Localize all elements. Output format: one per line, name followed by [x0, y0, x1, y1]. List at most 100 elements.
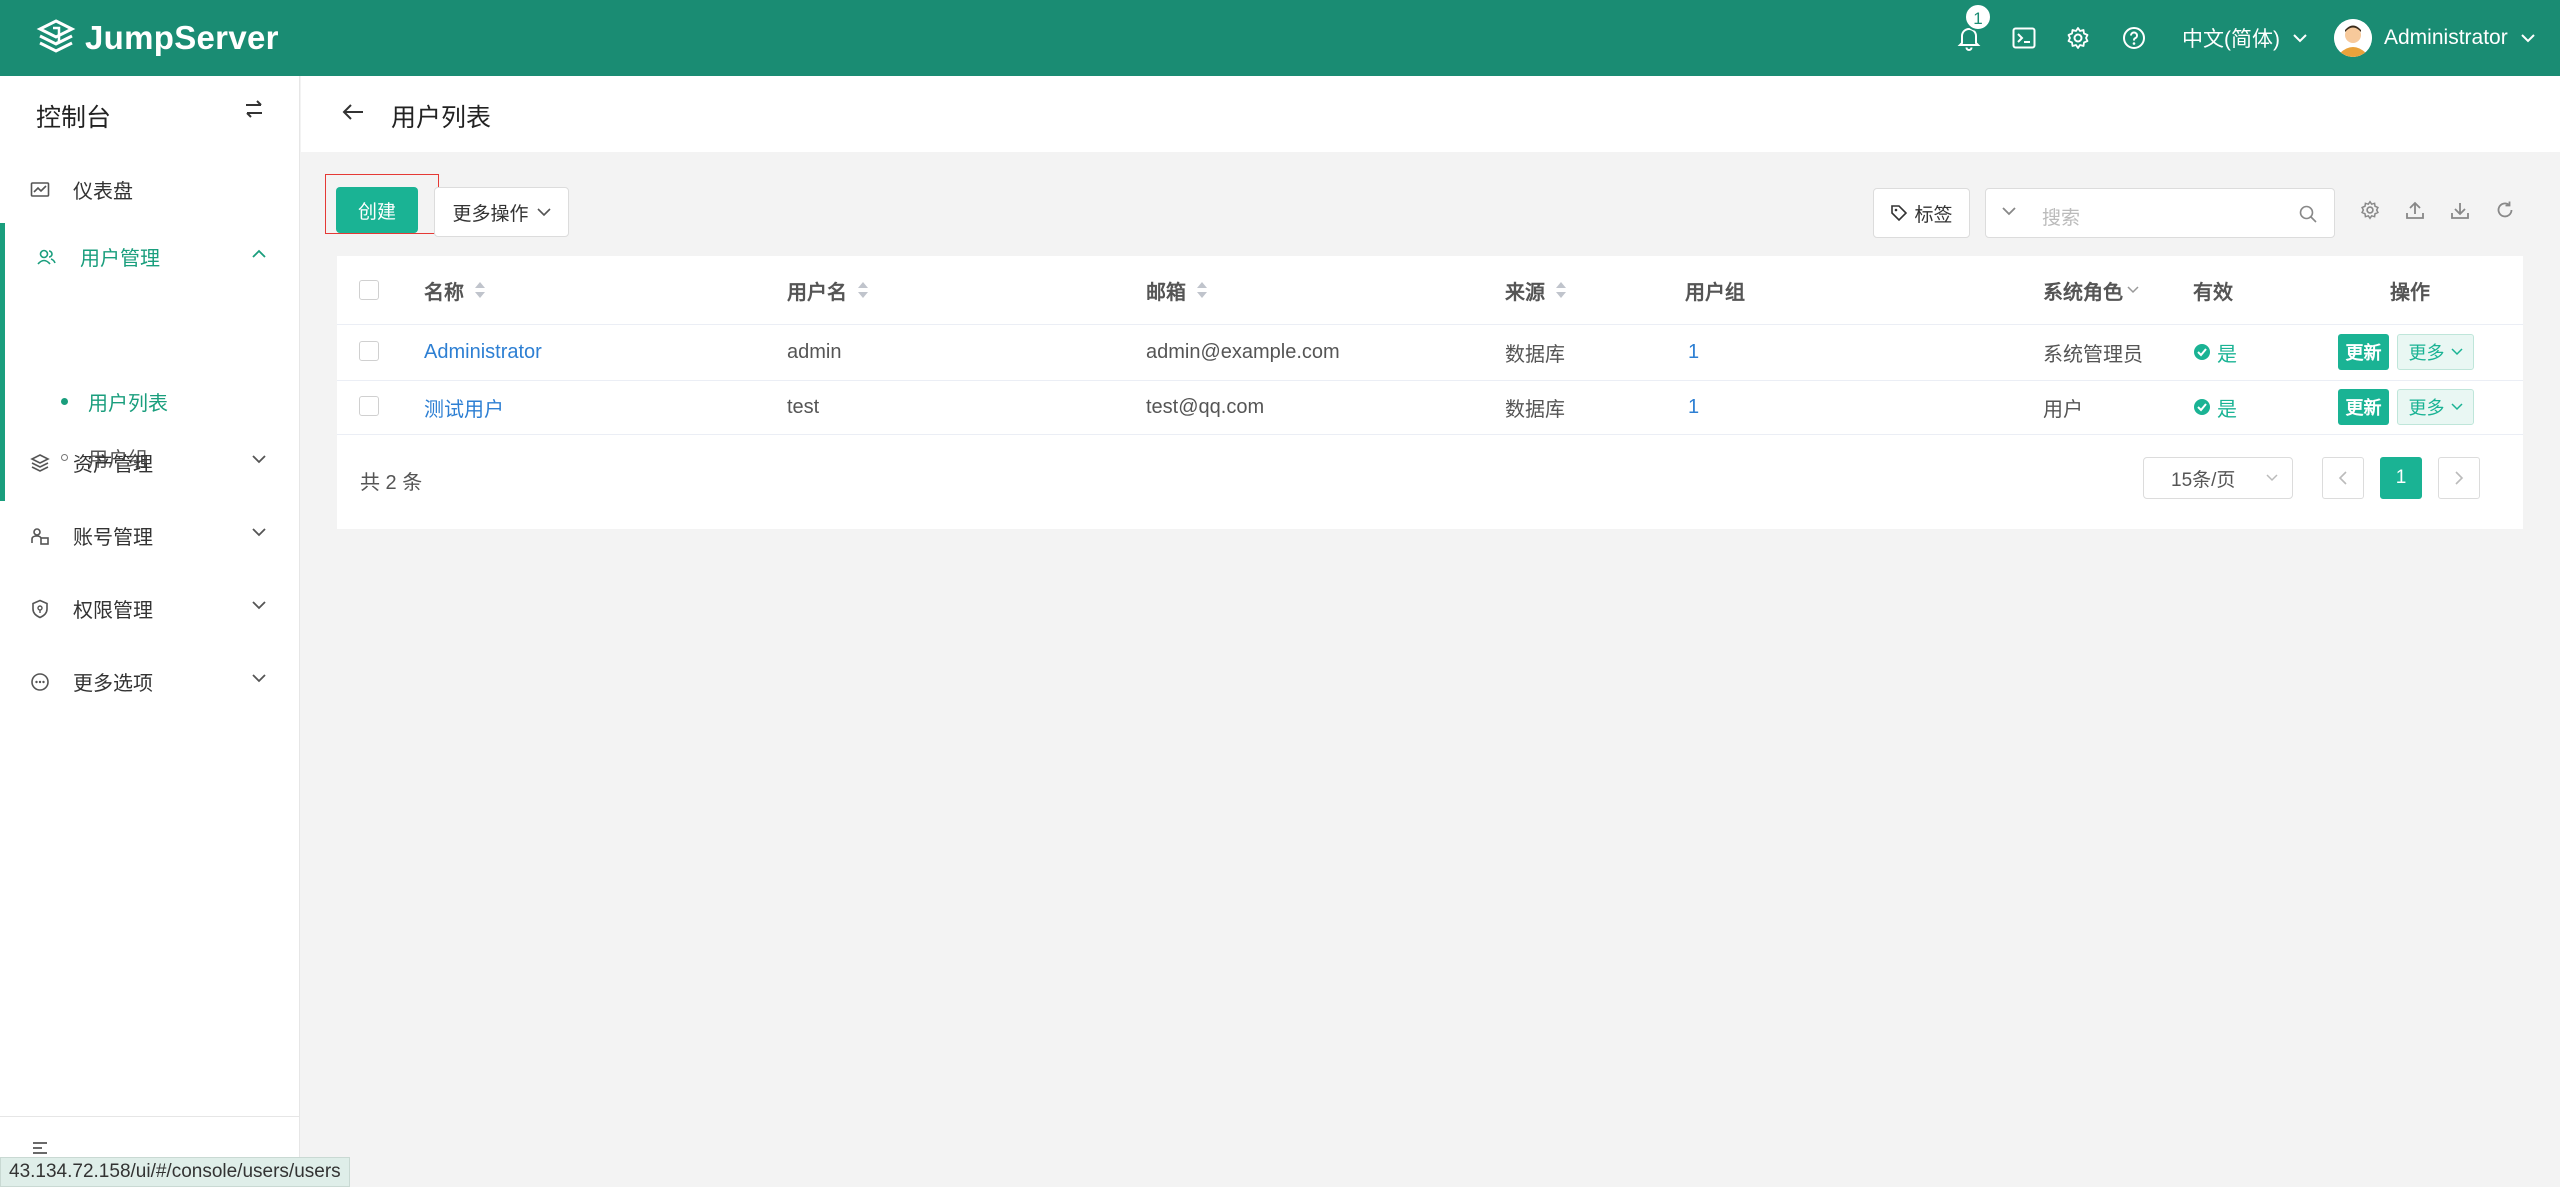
column-header-role[interactable]: 系统角色: [2043, 256, 2139, 324]
chevron-left-icon: [2338, 471, 2347, 485]
sidebar-divider: [0, 1116, 300, 1117]
check-circle-icon: [2194, 344, 2210, 360]
row-checkbox[interactable]: [359, 396, 379, 416]
tag-filter-button[interactable]: 标签: [1873, 188, 1970, 238]
help-button[interactable]: [2120, 24, 2148, 52]
sidebar-item-asset-management[interactable]: 资产管理: [0, 429, 300, 495]
email-cell: admin@example.com: [1146, 340, 1340, 363]
ellipsis-icon: [31, 673, 49, 691]
sidebar-item-user-management[interactable]: 用户管理: [0, 223, 300, 289]
sort-icon: [858, 282, 868, 298]
page-header: 用户列表: [301, 76, 2560, 152]
select-all-checkbox[interactable]: [359, 280, 379, 300]
gear-icon: [2361, 200, 2379, 220]
active-dot: [61, 397, 68, 405]
language-selector[interactable]: 中文(简体): [2182, 24, 2308, 52]
upload-button[interactable]: [2405, 200, 2425, 220]
chevron-down-icon: [252, 601, 266, 610]
sidebar-subitem-user-list[interactable]: 用户列表: [0, 373, 300, 429]
role-cell: 用户: [2043, 398, 2083, 421]
column-header-name[interactable]: 名称: [424, 256, 486, 324]
jumpserver-logo-icon: [36, 19, 76, 53]
username-cell: test: [787, 395, 820, 418]
language-label: 中文(简体): [2182, 28, 2280, 51]
search-placeholder: 搜索: [2042, 208, 2081, 229]
search-input[interactable]: 搜索: [1985, 188, 2335, 238]
update-button[interactable]: 更新: [2338, 389, 2389, 425]
sidebar-item-label: 权限管理: [73, 599, 153, 622]
layers-icon: [30, 454, 50, 472]
user-name-link[interactable]: Administrator: [424, 341, 542, 364]
column-header-source[interactable]: 来源: [1505, 256, 1567, 324]
more-button[interactable]: 更多: [2397, 334, 2474, 370]
username-cell: admin: [787, 340, 842, 363]
chevron-right-icon: [2455, 471, 2464, 485]
sidebar-item-account-management[interactable]: 账号管理: [0, 502, 300, 568]
view-switch-button[interactable]: [244, 100, 264, 118]
sort-icon: [475, 282, 485, 298]
refresh-button[interactable]: [2495, 200, 2515, 220]
role-cell: 系统管理员: [2043, 343, 2143, 366]
search-icon[interactable]: [2298, 204, 2318, 224]
chevron-down-icon: [252, 528, 266, 537]
chevron-down-icon: [2450, 348, 2463, 356]
filter-chevron-icon: [2127, 286, 2139, 294]
table-settings-button[interactable]: [2360, 200, 2380, 220]
logo[interactable]: JumpServer: [36, 18, 279, 58]
total-count: 共 2 条: [360, 472, 423, 494]
settings-button[interactable]: [2064, 24, 2092, 52]
arrow-left-icon: [342, 104, 363, 120]
column-header-actions: 操作: [2390, 281, 2430, 304]
page-button-current[interactable]: 1: [2380, 457, 2422, 499]
tag-label: 标签: [1914, 204, 1953, 226]
help-icon: [2123, 27, 2145, 49]
collapse-icon: [33, 1142, 47, 1154]
chevron-down-icon: [2266, 474, 2278, 482]
sidebar-item-label: 账号管理: [73, 526, 153, 549]
tag-icon: [1891, 205, 1908, 222]
group-count-link[interactable]: 1: [1688, 341, 1699, 364]
next-page-button[interactable]: [2438, 457, 2480, 499]
top-bar: JumpServer 1 中文(简体) Administrator: [0, 0, 2560, 76]
row-checkbox[interactable]: [359, 341, 379, 361]
update-button[interactable]: 更新: [2338, 334, 2389, 370]
create-button[interactable]: 创建: [336, 187, 418, 233]
collapse-sidebar-button[interactable]: [32, 1141, 48, 1155]
sidebar-item-more-options[interactable]: 更多选项: [0, 648, 300, 714]
more-actions-dropdown[interactable]: 更多操作: [434, 187, 569, 237]
chevron-down-icon: [252, 674, 266, 683]
user-menu[interactable]: Administrator: [2334, 19, 2536, 57]
more-button[interactable]: 更多: [2397, 389, 2474, 425]
gear-icon: [2067, 27, 2089, 49]
back-button[interactable]: [341, 102, 365, 122]
terminal-icon: [2012, 27, 2036, 49]
download-icon: [2451, 203, 2469, 219]
avatar: [2334, 19, 2372, 57]
group-count-link[interactable]: 1: [1688, 396, 1699, 419]
column-header-username[interactable]: 用户名: [787, 256, 869, 324]
user-name: Administrator: [2384, 26, 2508, 49]
prev-page-button[interactable]: [2322, 457, 2364, 499]
upload-icon: [2406, 201, 2424, 219]
column-header-groups: 用户组: [1685, 281, 1745, 304]
users-icon: [37, 249, 56, 265]
user-name-link[interactable]: 测试用户: [424, 393, 504, 422]
chevron-down-icon[interactable]: [2001, 206, 2017, 216]
download-button[interactable]: [2450, 200, 2470, 220]
sidebar-subitem-label: 用户列表: [88, 392, 168, 415]
row-divider: [337, 434, 2523, 435]
terminal-button[interactable]: [2010, 24, 2038, 52]
status-url: 43.134.72.158/ui/#/console/users/users: [0, 1157, 350, 1187]
sidebar-item-label: 更多选项: [73, 672, 153, 695]
page-size-select[interactable]: 15条/页: [2143, 457, 2293, 499]
valid-cell: 是: [2193, 380, 2237, 434]
sidebar-item-permission-management[interactable]: 权限管理: [0, 575, 300, 641]
column-header-valid: 有效: [2193, 281, 2233, 304]
source-cell: 数据库: [1505, 398, 1565, 421]
sidebar-item-label: 资产管理: [73, 453, 153, 476]
sidebar-item-dashboard[interactable]: 仪表盘: [0, 156, 300, 222]
column-header-email[interactable]: 邮箱: [1146, 256, 1208, 324]
more-actions-label: 更多操作: [452, 203, 529, 225]
account-icon: [31, 528, 49, 545]
chevron-down-icon: [2520, 34, 2535, 43]
